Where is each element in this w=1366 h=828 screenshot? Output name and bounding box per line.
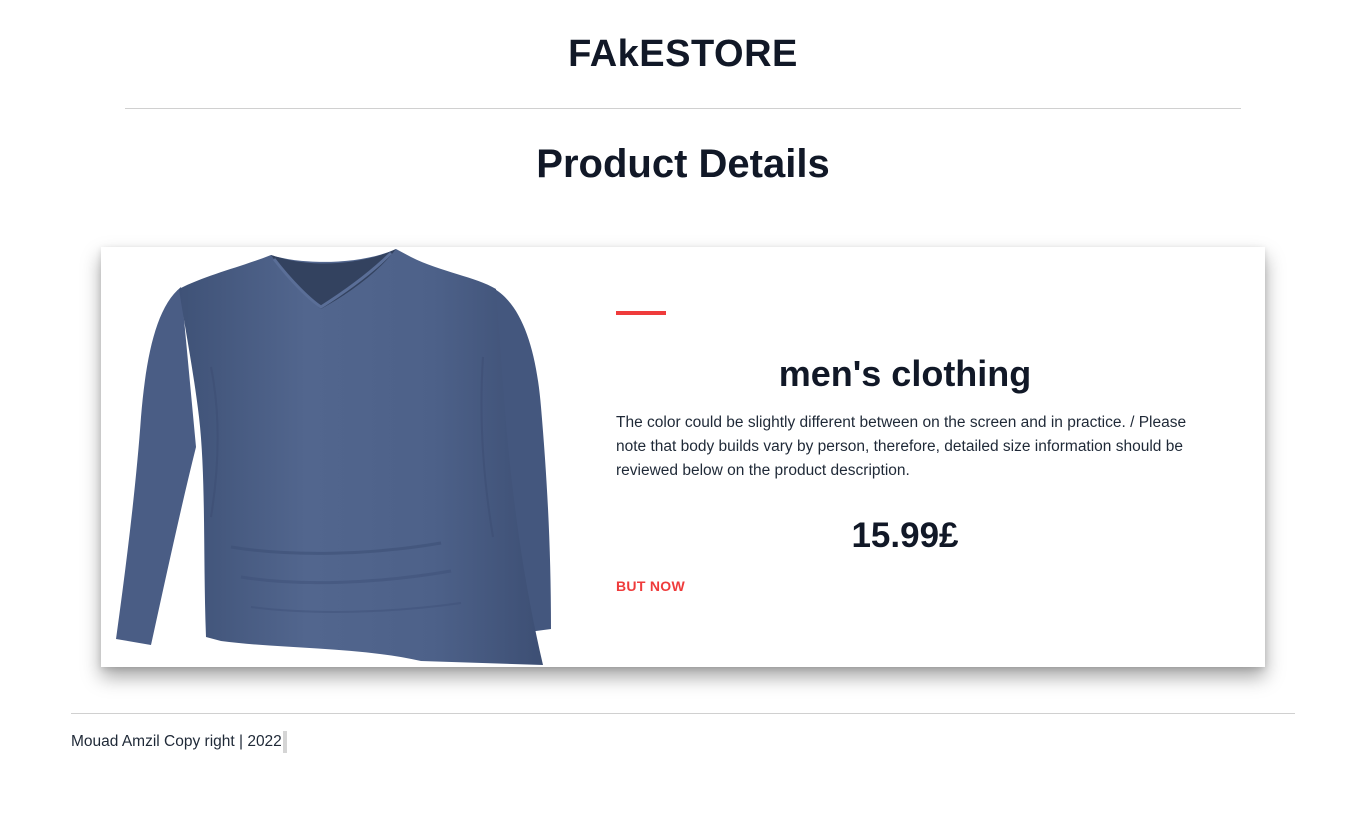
header-divider: [125, 108, 1241, 109]
footer-divider: [71, 713, 1295, 714]
product-image[interactable]: [111, 247, 561, 667]
product-info: men's clothing The color could be slight…: [616, 247, 1196, 667]
product-category: men's clothing: [778, 353, 1032, 394]
site-title[interactable]: FAkESTORE: [0, 28, 1366, 80]
product-description: The color could be slightly different be…: [616, 414, 1187, 479]
page-heading: Product Details: [536, 142, 830, 186]
buy-button[interactable]: BUT NOW: [616, 578, 685, 594]
footer: Mouad Amzil Copy right | 2022: [71, 731, 287, 753]
product-price: 15.99£: [851, 516, 959, 555]
footer-copyright: Mouad Amzil Copy right | 2022: [71, 733, 282, 750]
product-card: men's clothing The color could be slight…: [101, 247, 1265, 667]
text-cursor: [282, 731, 287, 753]
page: FAkESTORE Product Details men's clothing…: [0, 0, 1366, 828]
accent-bar: [616, 311, 666, 315]
